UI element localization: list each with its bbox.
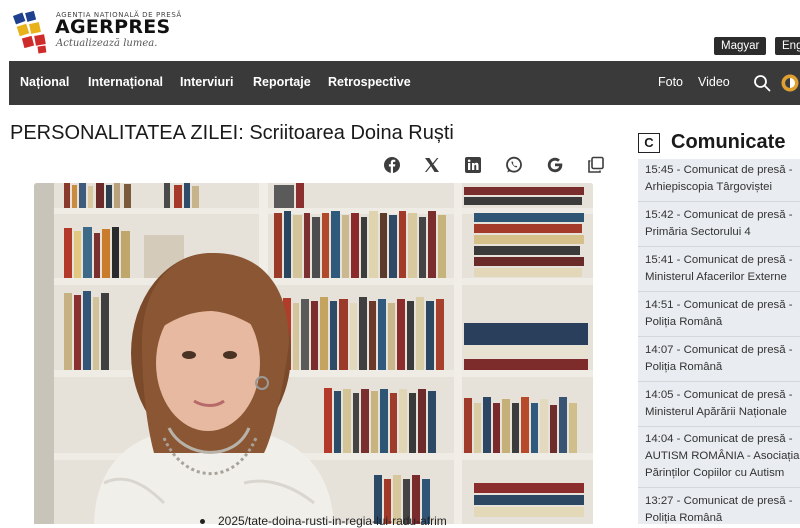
nav-item-retrospective[interactable]: Retrospective: [328, 75, 411, 89]
article-photo[interactable]: [34, 183, 593, 524]
agerpres-logo-icon[interactable]: [12, 10, 50, 54]
list-item[interactable]: 14:05 - Comunicat de presă - Ministerul A…: [645, 387, 800, 421]
x-icon[interactable]: [423, 156, 441, 174]
language-magyar-button[interactable]: Magyar: [714, 37, 767, 55]
bookshelf-portrait-image: [34, 183, 593, 524]
brand-tagline: Actualizează lumea.: [56, 38, 158, 49]
list-item[interactable]: 14:04 - Comunicat de presă - AUTISM ROMÂN…: [645, 431, 800, 482]
nav-item-reportaje[interactable]: Reportaje: [253, 75, 311, 89]
article-link-label[interactable]: 2025/tate-doina-rusti-in-regia-lui-radu-…: [218, 514, 447, 528]
comunicate-badge-icon: C: [638, 133, 660, 153]
article-title: PERSONALITATEA ZILEI: Scriitoarea Doina …: [10, 122, 454, 144]
list-item[interactable]: 15:41 - Comunicat de presă - Ministerul A…: [645, 252, 800, 286]
site-header: AGENȚIA NAȚIONALĂ DE PRESĂ AGERPRES Actu…: [0, 0, 800, 61]
list-item[interactable]: 15:42 - Comunicat de presă - Primăria Sec…: [645, 207, 800, 241]
facebook-icon[interactable]: [383, 156, 401, 174]
theme-toggle-icon[interactable]: [781, 74, 799, 92]
search-icon[interactable]: [753, 74, 771, 92]
list-item[interactable]: 14:51 - Comunicat de presă - Poliția Româ…: [645, 297, 800, 331]
press-release-list: 15:45 - Comunicat de presă - Arhiepiscopi…: [638, 159, 800, 524]
list-item[interactable]: 13:27 - Comunicat de presă - Poliția Româ…: [645, 493, 800, 524]
list-item[interactable]: 14:07 - Comunicat de presă - Poliția Româ…: [645, 342, 800, 376]
nav-item-interviews[interactable]: Interviuri: [180, 75, 234, 89]
brand-name[interactable]: AGERPRES: [55, 16, 171, 38]
main-nav: Național Internațional Interviuri Report…: [9, 61, 800, 105]
linkedin-icon[interactable]: [464, 156, 482, 174]
nav-item-international[interactable]: Internațional: [88, 75, 163, 89]
copy-icon[interactable]: [587, 156, 605, 174]
list-item[interactable]: 15:45 - Comunicat de presă - Arhiepiscopi…: [645, 162, 800, 196]
language-english-button[interactable]: Eng: [775, 37, 800, 55]
nav-item-national[interactable]: Național: [20, 75, 69, 89]
nav-item-foto[interactable]: Foto: [658, 75, 683, 89]
sidebar-title[interactable]: Comunicate: [671, 131, 785, 154]
nav-item-video[interactable]: Video: [698, 75, 730, 89]
google-icon[interactable]: [546, 156, 564, 174]
article-link-text[interactable]: 2025/tate-doina-rusti-in-regia-lui-radu-…: [200, 514, 447, 528]
whatsapp-icon[interactable]: [505, 156, 523, 174]
